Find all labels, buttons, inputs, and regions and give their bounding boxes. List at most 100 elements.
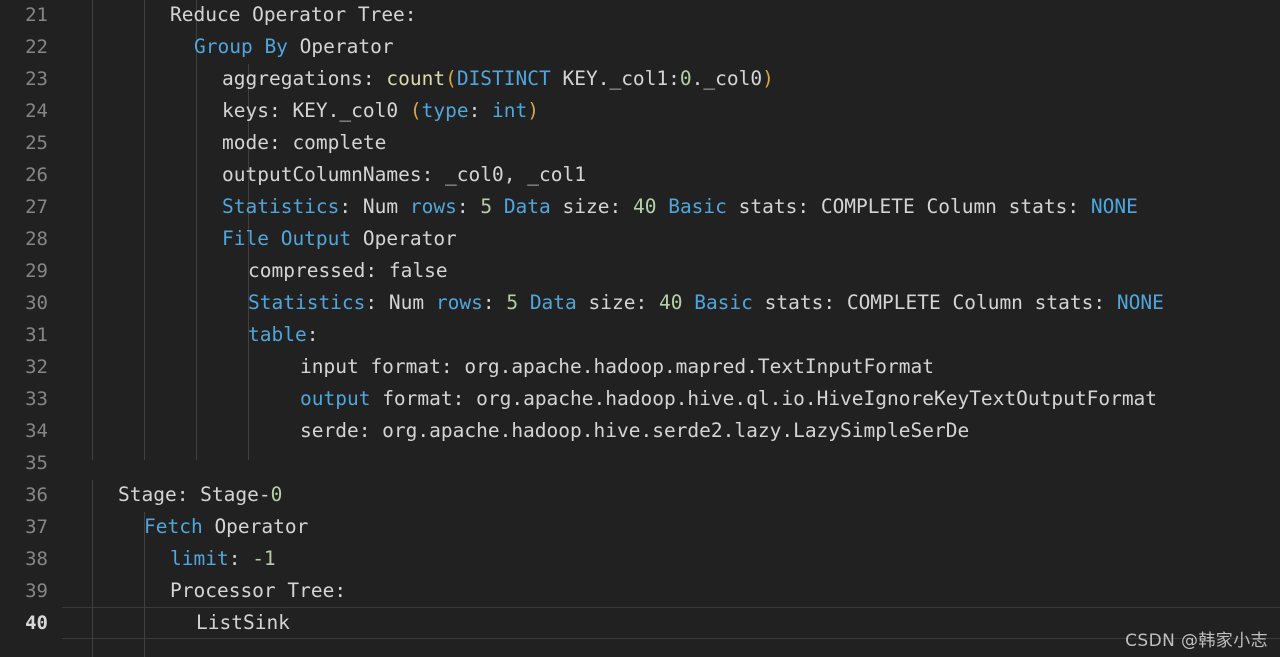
code-token: (	[409, 99, 422, 122]
code-token: serde: org.apache.hadoop.hive.serde2.laz…	[300, 419, 970, 442]
code-token: 40	[658, 291, 683, 314]
code-token: :	[228, 547, 253, 570]
line-number-gutter[interactable]: 21 22 23 24 25 26 27 28 29 30 31 32 33 34 35 36 37 38 39 40	[0, 0, 62, 657]
code-token: NONE	[1116, 291, 1164, 314]
csdn-watermark: CSDN @韩家小志	[1125, 631, 1268, 651]
line-number[interactable]: 31	[0, 319, 48, 351]
code-token: count	[386, 67, 446, 90]
line-number[interactable]: 26	[0, 159, 48, 191]
code-token: Operator	[287, 35, 394, 58]
code-line[interactable]: keys: KEY._col0 (type: int)	[62, 95, 1280, 127]
code-token: Fetch	[144, 515, 203, 538]
code-token: size:	[576, 291, 659, 314]
line-number[interactable]: 36	[0, 479, 48, 511]
line-number[interactable]: 22	[0, 31, 48, 63]
code-token: compressed: false	[248, 259, 448, 282]
line-number[interactable]: 34	[0, 415, 48, 447]
line-number[interactable]: 35	[0, 447, 48, 479]
code-token: Operator	[351, 227, 457, 250]
line-number[interactable]: 28	[0, 223, 48, 255]
code-token: 5	[480, 195, 493, 218]
code-token: 5	[506, 291, 519, 314]
code-token: Statistics	[248, 291, 366, 314]
code-text-area[interactable]: Reduce Operator Tree: Group By Operator ag…	[62, 0, 1280, 657]
code-token: keys: KEY._col0	[222, 99, 410, 122]
code-line[interactable]: limit: -1	[62, 543, 1280, 575]
code-token: : Num	[339, 195, 410, 218]
code-token: 0	[270, 483, 283, 506]
code-token: rows	[435, 291, 483, 314]
code-token: stats: COMPLETE Column stats:	[752, 291, 1117, 314]
line-number[interactable]: 40	[0, 607, 48, 639]
code-line[interactable]: input format: org.apache.hadoop.mapred.T…	[62, 351, 1280, 383]
line-number[interactable]: 33	[0, 383, 48, 415]
code-token: Statistics	[222, 195, 340, 218]
code-token: NONE	[1090, 195, 1138, 218]
code-token: Data	[529, 291, 577, 314]
line-number[interactable]: 30	[0, 287, 48, 319]
line-number[interactable]: 29	[0, 255, 48, 287]
code-line[interactable]: Reduce Operator Tree:	[62, 0, 1280, 31]
code-line[interactable]: Processor Tree:	[62, 575, 1280, 607]
code-token: DISTINCT	[456, 67, 551, 90]
code-token: Group By	[194, 35, 288, 58]
code-line[interactable]: output format: org.apache.hadoop.hive.ql…	[62, 383, 1280, 415]
code-line[interactable]: compressed: false	[62, 255, 1280, 287]
line-number[interactable]: 38	[0, 543, 48, 575]
code-token: aggregations:	[222, 67, 387, 90]
code-line[interactable]: Fetch Operator	[62, 511, 1280, 543]
code-token: limit	[170, 547, 229, 570]
code-token: Reduce Operator Tree:	[170, 3, 417, 26]
line-number[interactable]: 24	[0, 95, 48, 127]
code-token: table	[248, 323, 307, 346]
code-editor[interactable]: Reduce Operator Tree: Group By Operator ag…	[0, 0, 1280, 657]
code-token: :	[482, 291, 507, 314]
code-line[interactable]: outputColumnNames: _col0, _col1	[62, 159, 1280, 191]
code-token: Stage: Stage-	[118, 483, 271, 506]
code-token: :	[306, 323, 319, 346]
code-line[interactable]: mode: complete	[62, 127, 1280, 159]
code-line[interactable]: Stage: Stage-0	[62, 479, 1280, 511]
code-line[interactable]: File Output Operator	[62, 223, 1280, 255]
line-number[interactable]: 25	[0, 127, 48, 159]
line-number[interactable]: 39	[0, 575, 48, 607]
code-line[interactable]: Group By Operator	[62, 31, 1280, 63]
code-token: ._col0	[691, 67, 763, 90]
code-line[interactable]: Statistics: Num rows: 5 Data size: 40 Ba…	[62, 191, 1280, 223]
code-line[interactable]: table:	[62, 319, 1280, 351]
line-number[interactable]: 21	[0, 0, 48, 31]
code-line[interactable]: Statistics: Num rows: 5 Data size: 40 Ba…	[62, 287, 1280, 319]
code-token: 40	[632, 195, 657, 218]
code-token: Basic	[694, 291, 753, 314]
code-token: type	[421, 99, 469, 122]
code-token: KEY._col1:	[550, 67, 680, 90]
code-token: format: org.apache.hadoop.hive.ql.io.Hiv…	[370, 387, 1158, 410]
code-token: -1	[252, 547, 276, 570]
line-number[interactable]: 23	[0, 63, 48, 95]
code-line[interactable]: serde: org.apache.hadoop.hive.serde2.laz…	[62, 415, 1280, 447]
line-number[interactable]: 27	[0, 191, 48, 223]
code-line[interactable]: aggregations: count(DISTINCT KEY._col1:0…	[62, 63, 1280, 95]
code-token: 0	[679, 67, 692, 90]
line-number[interactable]: 37	[0, 511, 48, 543]
code-token: :	[468, 99, 493, 122]
code-token: output	[300, 387, 371, 410]
line-number[interactable]: 32	[0, 351, 48, 383]
code-token: input format: org.apache.hadoop.mapred.T…	[300, 355, 934, 378]
code-token: (	[445, 67, 457, 90]
code-token: :	[456, 195, 481, 218]
code-line[interactable]	[62, 447, 1280, 479]
code-line[interactable]: ListSink	[62, 607, 1280, 639]
code-token: Processor Tree:	[170, 579, 347, 602]
code-token: )	[527, 99, 540, 122]
code-token: mode: complete	[222, 131, 387, 154]
code-token: Data	[503, 195, 551, 218]
code-token: : Num	[365, 291, 436, 314]
code-token: outputColumnNames: _col0, _col1	[222, 163, 586, 186]
code-token: stats: COMPLETE Column stats:	[726, 195, 1091, 218]
code-token: Basic	[668, 195, 727, 218]
